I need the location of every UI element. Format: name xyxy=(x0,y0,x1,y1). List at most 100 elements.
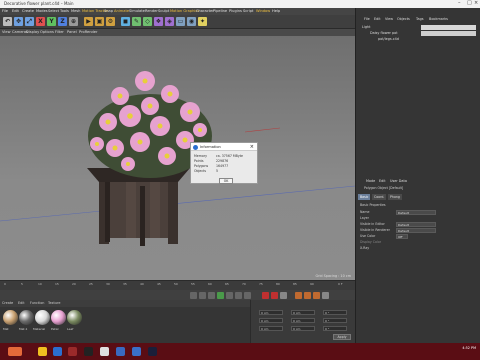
position-x-field[interactable]: 0 cm xyxy=(259,310,283,315)
vp-menu-filter[interactable]: Filter xyxy=(55,30,64,34)
menu-select[interactable]: Select xyxy=(48,9,59,13)
material-swatch[interactable] xyxy=(67,310,82,325)
attr-menu-edit[interactable]: Edit xyxy=(379,179,386,183)
vp-menu-prorender[interactable]: ProRender xyxy=(79,30,98,34)
dialog-ok-button[interactable]: OK xyxy=(219,178,233,184)
camera-icon[interactable]: ◉ xyxy=(187,17,196,26)
attr-menu-mode[interactable]: Mode xyxy=(366,179,375,183)
go-to-start-icon[interactable] xyxy=(190,291,197,299)
object-row-light[interactable]: Light xyxy=(362,25,370,29)
attr-value-visible-renderer[interactable]: Default xyxy=(396,228,436,233)
go-to-end-icon[interactable] xyxy=(244,291,251,299)
material-swatch[interactable] xyxy=(51,310,66,325)
material-swatch[interactable] xyxy=(19,310,34,325)
material-swatch[interactable] xyxy=(35,310,50,325)
dialog-close-icon[interactable]: × xyxy=(250,144,254,150)
menu-motion-graphics[interactable]: Motion Graphics xyxy=(170,9,199,13)
rotation-h-field[interactable]: 0 ° xyxy=(323,310,347,315)
object-row-legs[interactable]: pot/legs.c4d xyxy=(378,37,399,41)
key-scale-icon[interactable] xyxy=(304,291,311,299)
cloner-icon[interactable]: ❖ xyxy=(154,17,163,26)
coordinate-system-icon[interactable]: ⊕ xyxy=(69,17,78,26)
object-row-flower-pot[interactable]: Daisy flower pot xyxy=(370,31,398,35)
vp-menu-panel[interactable]: Panel xyxy=(67,30,77,34)
render-view-icon[interactable]: ▶ xyxy=(84,17,93,26)
chrome-icon[interactable] xyxy=(100,347,109,356)
tab-basic[interactable]: Basic xyxy=(358,194,371,200)
mail-icon[interactable] xyxy=(53,347,62,356)
size-y-field[interactable]: 0 cm xyxy=(291,318,315,323)
menu-edit[interactable]: Edit xyxy=(12,9,19,13)
apply-button[interactable]: Apply xyxy=(333,334,351,340)
rotation-p-field[interactable]: 0 ° xyxy=(323,318,347,323)
attr-menu-user-data[interactable]: User Data xyxy=(390,179,407,183)
rotation-b-field[interactable]: 0 ° xyxy=(323,326,347,331)
menu-script[interactable]: Script xyxy=(243,9,253,13)
key-parameter-icon[interactable] xyxy=(322,291,329,299)
menu-animate[interactable]: Animate xyxy=(114,9,129,13)
menu-help[interactable]: Help xyxy=(272,9,280,13)
x-axis-icon[interactable]: X xyxy=(36,17,45,26)
menu-snap[interactable]: Snap xyxy=(104,9,113,13)
deformer-icon[interactable]: ◈ xyxy=(165,17,174,26)
mat-menu-create[interactable]: Create xyxy=(2,301,13,305)
subdivision-icon[interactable]: ◇ xyxy=(143,17,152,26)
menu-character[interactable]: Character xyxy=(196,9,214,13)
size-z-field[interactable]: 0 cm xyxy=(291,326,315,331)
cube-icon[interactable]: ◼ xyxy=(121,17,130,26)
obj-menu-file[interactable]: File xyxy=(364,17,370,21)
next-key-icon[interactable] xyxy=(235,291,242,299)
menu-modes[interactable]: Modes xyxy=(36,9,48,13)
vp-menu-options[interactable]: Options xyxy=(40,30,54,34)
keyframe-selection-icon[interactable] xyxy=(280,291,287,299)
position-z-field[interactable]: 0 cm xyxy=(259,326,283,331)
x-app-icon[interactable] xyxy=(84,347,93,356)
autokey-icon[interactable] xyxy=(271,291,278,299)
tab-phong[interactable]: Phong xyxy=(388,194,402,200)
close-icon[interactable]: × xyxy=(474,0,478,6)
obj-menu-bookmarks[interactable]: Bookmarks xyxy=(429,17,448,21)
photoshop-icon[interactable] xyxy=(148,347,157,356)
attr-value-name[interactable]: Default xyxy=(396,210,436,215)
menu-plugins[interactable]: Plugins xyxy=(229,9,242,13)
menu-create[interactable]: Create xyxy=(22,9,34,13)
media-icon[interactable] xyxy=(68,347,77,356)
start-icon[interactable] xyxy=(8,347,22,356)
menu-pipeline[interactable]: Pipeline xyxy=(213,9,227,13)
menu-simulate[interactable]: Simulate xyxy=(129,9,145,13)
maximize-icon[interactable]: □ xyxy=(467,0,472,6)
obj-menu-view[interactable]: View xyxy=(385,17,393,21)
floor-icon[interactable]: ▭ xyxy=(176,17,185,26)
timeline-ruler[interactable]: 0 5 10 15 20 25 30 35 40 45 50 55 60 65 … xyxy=(0,280,355,290)
position-y-field[interactable]: 0 cm xyxy=(259,318,283,323)
3d-viewport[interactable]: Grid Spacing : 10 cm xyxy=(0,36,355,280)
play-icon[interactable] xyxy=(217,291,224,299)
menu-mesh[interactable]: Mesh xyxy=(71,9,80,13)
render-picture-viewer-icon[interactable]: ▣ xyxy=(95,17,104,26)
previous-key-icon[interactable] xyxy=(199,291,206,299)
mat-menu-edit[interactable]: Edit xyxy=(18,301,25,305)
cinema4d-icon[interactable] xyxy=(116,347,125,356)
light-icon[interactable]: ✦ xyxy=(198,17,207,26)
vp-menu-view[interactable]: View xyxy=(2,30,11,34)
minimize-icon[interactable]: – xyxy=(458,0,461,6)
key-position-icon[interactable] xyxy=(295,291,302,299)
menu-render[interactable]: Render xyxy=(145,9,158,13)
scale-tool-icon[interactable]: ⤢ xyxy=(25,17,34,26)
attr-value-visible-editor[interactable]: Default xyxy=(396,222,436,227)
previous-frame-icon[interactable] xyxy=(208,291,215,299)
menu-tools[interactable]: Tools xyxy=(60,9,69,13)
menu-sculpt[interactable]: Sculpt xyxy=(158,9,169,13)
vp-menu-display[interactable]: Display xyxy=(26,30,39,34)
material-swatch[interactable] xyxy=(3,310,18,325)
y-axis-icon[interactable]: Y xyxy=(47,17,56,26)
key-rotation-icon[interactable] xyxy=(313,291,320,299)
mat-menu-texture[interactable]: Texture xyxy=(48,301,60,305)
mat-menu-function[interactable]: Function xyxy=(30,301,44,305)
attr-value-use-color[interactable]: Off xyxy=(396,234,408,239)
undo-icon[interactable]: ↶ xyxy=(3,17,12,26)
record-icon[interactable] xyxy=(262,291,269,299)
app-icon[interactable] xyxy=(132,347,141,356)
obj-menu-objects[interactable]: Objects xyxy=(397,17,410,21)
move-tool-icon[interactable]: ✥ xyxy=(14,17,23,26)
